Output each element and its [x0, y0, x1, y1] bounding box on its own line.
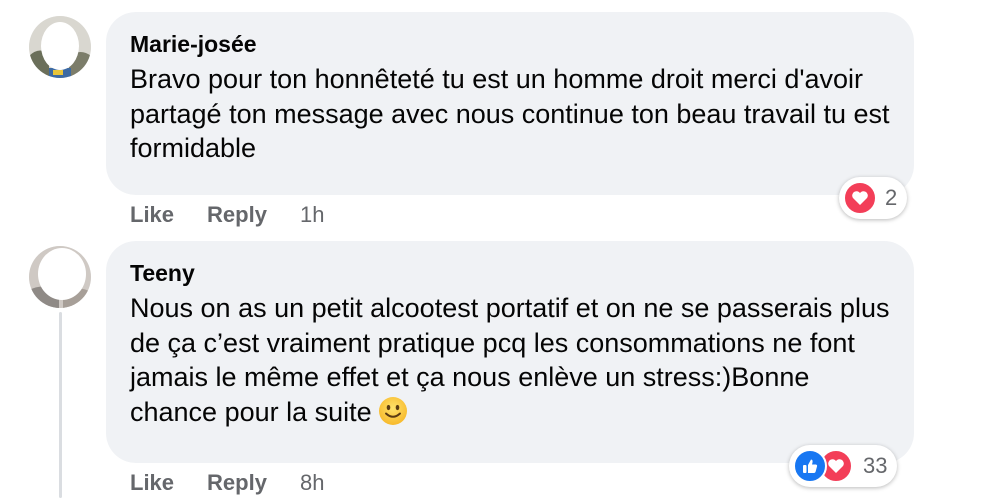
like-icon — [793, 449, 827, 483]
reaction-count: 33 — [863, 453, 888, 478]
comment-actions: Like Reply 1h — [130, 202, 324, 228]
commenter-avatar[interactable] — [29, 16, 91, 78]
comment-text: Bravo pour ton honnêteté tu est un homme… — [130, 64, 890, 163]
reply-button[interactable]: Reply — [207, 202, 267, 228]
like-button[interactable]: Like — [130, 202, 174, 228]
comment-text-body: Nous on as un petit alcootest portatif e… — [130, 293, 890, 427]
reaction-summary[interactable]: 2 — [839, 177, 908, 219]
reaction-summary[interactable]: 33 — [789, 445, 898, 487]
commenter-avatar[interactable] — [29, 246, 91, 308]
reaction-count: 2 — [885, 185, 898, 210]
comment-author[interactable]: Teeny — [130, 260, 195, 287]
like-button[interactable]: Like — [130, 470, 174, 496]
love-icon — [843, 181, 877, 215]
comment-timestamp[interactable]: 8h — [300, 470, 324, 496]
comment-text: Nous on as un petit alcootest portatif e… — [130, 291, 890, 429]
comment-actions: Like Reply 8h — [130, 470, 324, 496]
comment-author[interactable]: Marie-josée — [130, 31, 257, 58]
thread-line — [59, 312, 62, 498]
slightly-smiling-face-icon — [378, 396, 407, 425]
comment-timestamp[interactable]: 1h — [300, 202, 324, 228]
reply-button[interactable]: Reply — [207, 470, 267, 496]
